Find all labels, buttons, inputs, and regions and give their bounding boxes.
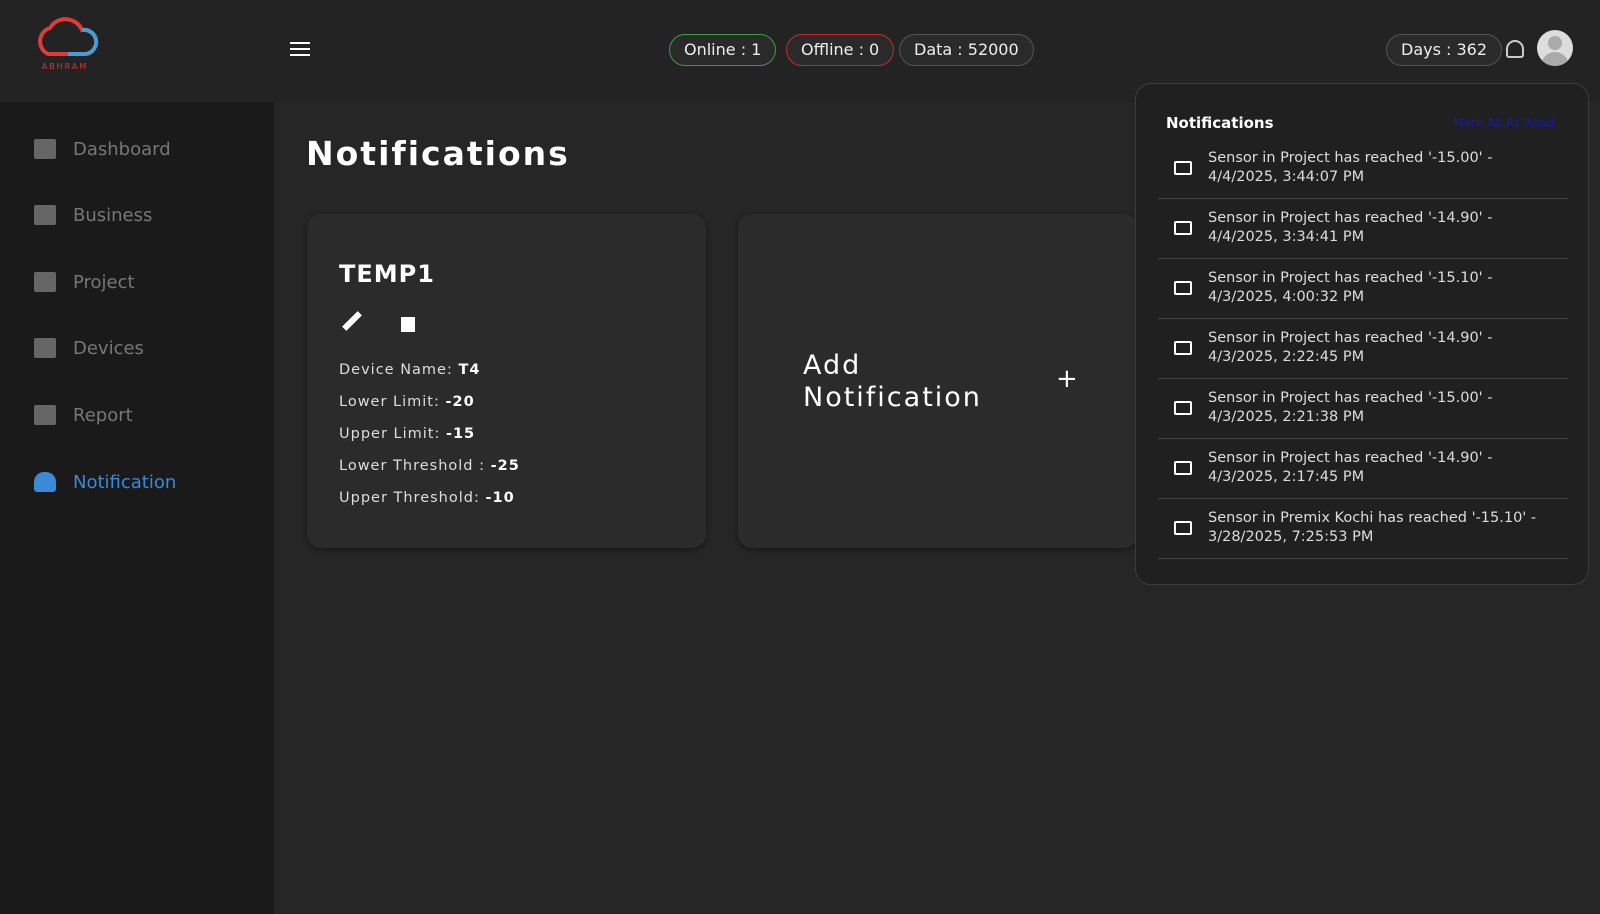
- sidebar-item-label: Project: [73, 271, 135, 293]
- upper-threshold-row: Upper Threshold: -10: [339, 490, 515, 506]
- notification-item[interactable]: Sensor in Project has reached '-14.90' -…: [1158, 199, 1568, 259]
- offline-badge: Offline : 0: [786, 34, 895, 66]
- notification-card: TEMP1 Device Name: T4 Lower Limit: -20 U…: [307, 214, 706, 548]
- mail-icon: [1174, 281, 1192, 295]
- mark-all-read-link[interactable]: Mark All As Read: [1453, 116, 1554, 130]
- bell-icon[interactable]: [1506, 40, 1524, 58]
- notification-item[interactable]: Sensor in Premix Kochi has reached '-15.…: [1158, 499, 1568, 559]
- sidebar-item-report[interactable]: Report: [34, 400, 133, 430]
- dropdown-title: Notifications: [1166, 114, 1274, 132]
- avatar[interactable]: [1537, 30, 1573, 66]
- sidebar-item-dashboard[interactable]: Dashboard: [34, 134, 171, 164]
- business-icon: [34, 205, 56, 225]
- mail-icon: [1174, 221, 1192, 235]
- sidebar-item-devices[interactable]: Devices: [34, 333, 144, 363]
- edit-icon[interactable]: [342, 311, 362, 331]
- plus-icon: +: [1056, 364, 1078, 394]
- devices-icon: [34, 338, 56, 358]
- sidebar-item-label: Report: [73, 404, 133, 426]
- sidebar-item-label: Dashboard: [73, 138, 171, 160]
- notification-item[interactable]: Sensor in Project has reached '-14.90' -…: [1158, 439, 1568, 499]
- sidebar-item-business[interactable]: Business: [34, 200, 152, 230]
- abhram-logo[interactable]: ABHRAM: [28, 14, 102, 72]
- page-title: Notifications: [306, 134, 570, 173]
- mail-icon: [1174, 521, 1192, 535]
- notification-item[interactable]: Sensor in Project has reached '-15.00' -…: [1158, 139, 1568, 199]
- notifications-dropdown: Notifications Mark All As Read Sensor in…: [1135, 83, 1589, 585]
- menu-toggle-button[interactable]: [290, 42, 310, 60]
- svg-text:ABHRAM: ABHRAM: [42, 62, 89, 71]
- bell-icon: [34, 472, 56, 492]
- delete-icon[interactable]: [401, 314, 415, 332]
- lower-threshold-row: Lower Threshold : -25: [339, 458, 520, 474]
- sidebar-item-label: Business: [73, 204, 153, 226]
- sidebar: Dashboard Business Project Devices Repor…: [0, 102, 274, 914]
- report-icon: [34, 405, 56, 425]
- project-icon: [34, 272, 56, 292]
- sidebar-item-project[interactable]: Project: [34, 267, 135, 297]
- data-badge: Data : 52000: [899, 34, 1034, 66]
- mail-icon: [1174, 161, 1192, 175]
- dashboard-icon: [34, 139, 56, 159]
- lower-limit-row: Lower Limit: -20: [339, 394, 475, 410]
- sidebar-item-notification[interactable]: Notification: [34, 467, 176, 497]
- days-badge: Days : 362: [1386, 34, 1503, 66]
- notification-item[interactable]: Sensor in Project has reached '-14.90' -…: [1158, 319, 1568, 379]
- upper-limit-row: Upper Limit: -15: [339, 426, 476, 442]
- online-badge: Online : 1: [669, 34, 777, 66]
- device-name-row: Device Name: T4: [339, 362, 481, 378]
- sidebar-item-label: Devices: [73, 337, 144, 359]
- sidebar-item-label: Notification: [73, 471, 177, 493]
- notification-item[interactable]: Sensor in Project has reached '-15.00' -…: [1158, 379, 1568, 439]
- add-notification-label: Add Notification: [803, 350, 982, 413]
- mail-icon: [1174, 341, 1192, 355]
- notification-item[interactable]: Sensor in Project has reached '-15.10' -…: [1158, 259, 1568, 319]
- add-notification-card[interactable]: Add Notification +: [738, 214, 1138, 548]
- mail-icon: [1174, 401, 1192, 415]
- mail-icon: [1174, 461, 1192, 475]
- card-title: TEMP1: [339, 260, 435, 288]
